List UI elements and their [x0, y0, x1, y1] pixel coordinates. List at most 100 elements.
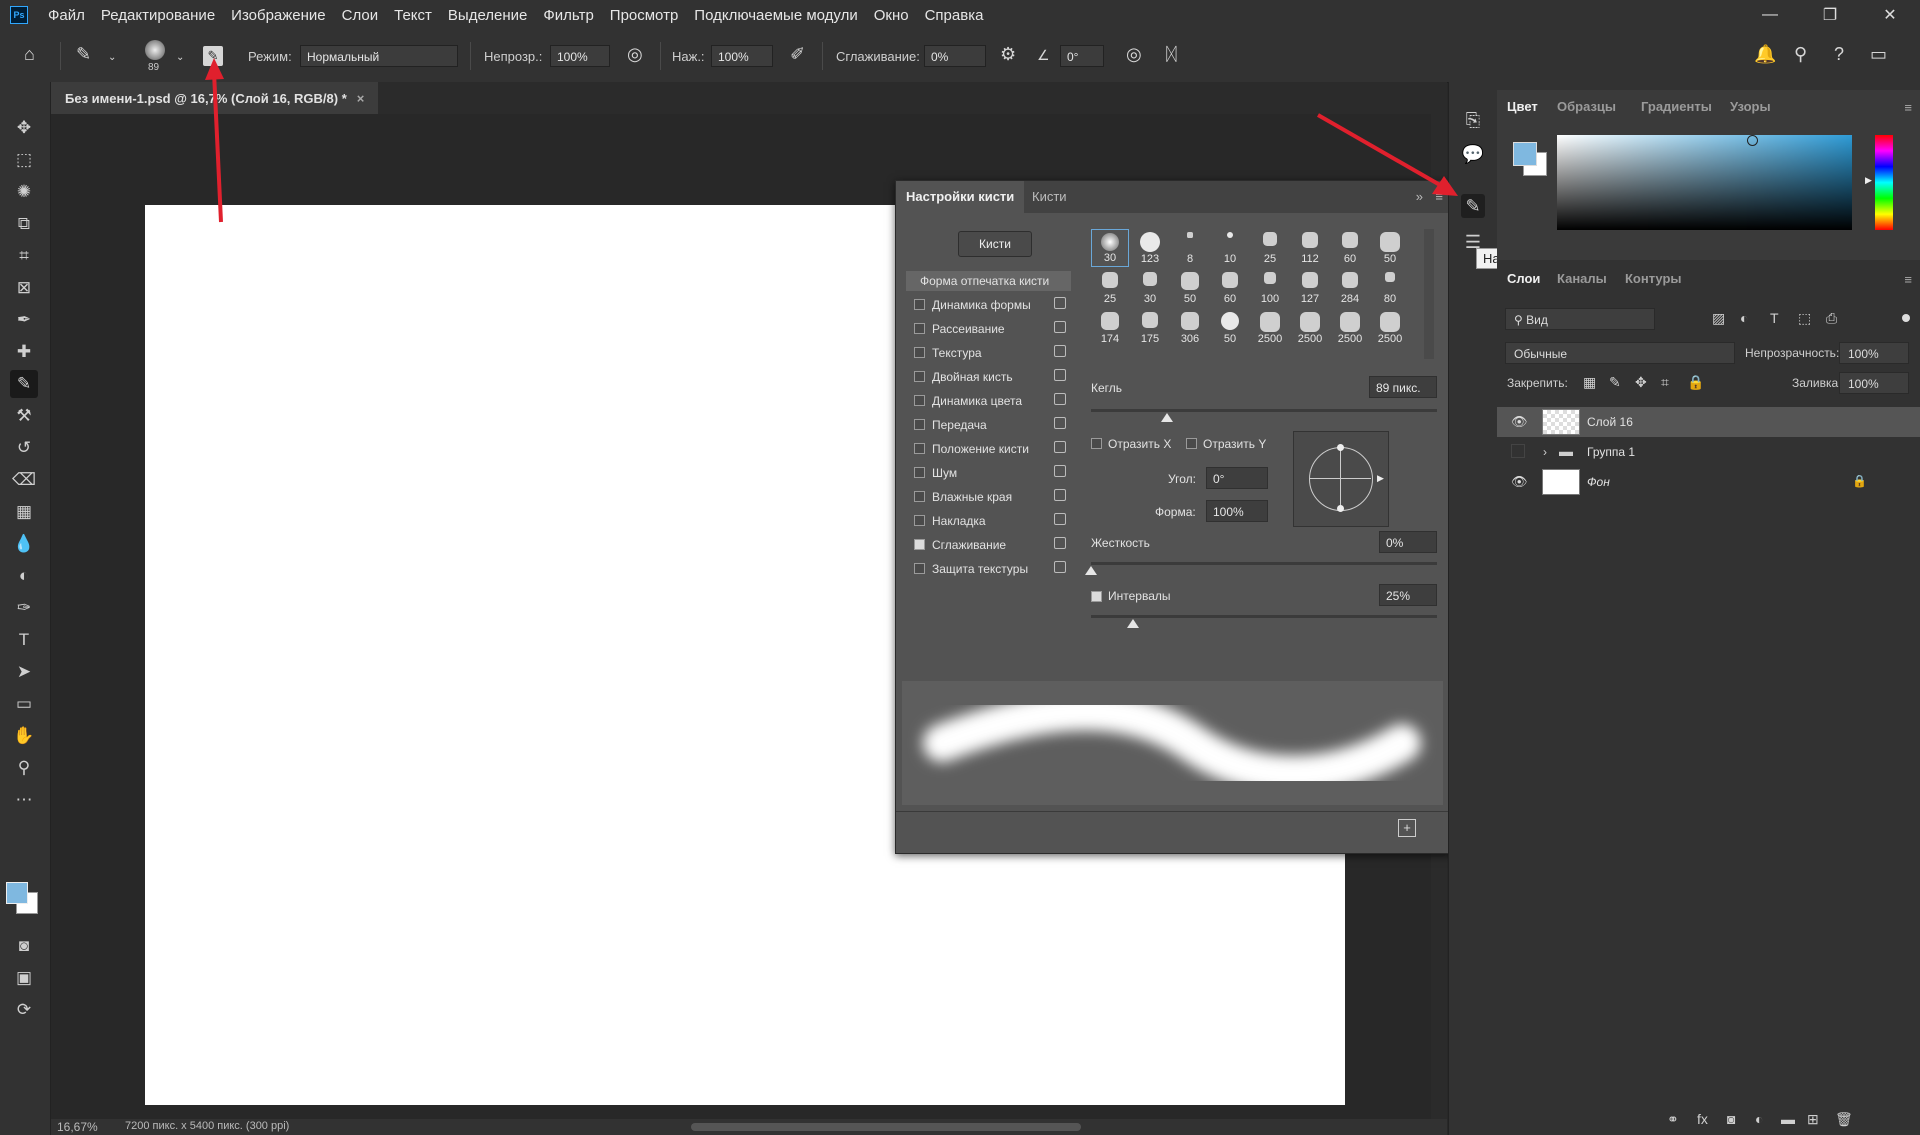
- minimize-button[interactable]: —: [1740, 0, 1800, 30]
- blend-mode-select[interactable]: Обычные: [1505, 342, 1735, 364]
- lock-pixels-icon[interactable]: ✎: [1609, 374, 1621, 391]
- brush-option-item[interactable]: Динамика формы: [906, 295, 1071, 315]
- gradient-tool-icon[interactable]: ▦: [10, 498, 38, 526]
- brush-tip[interactable]: 25: [1091, 269, 1129, 307]
- lock-icon[interactable]: [1054, 393, 1066, 405]
- brush-option-checkbox[interactable]: [914, 395, 925, 406]
- filter-pixel-icon[interactable]: ▨: [1712, 310, 1725, 327]
- quick-select-tool-icon[interactable]: ✺: [10, 178, 38, 206]
- gear-icon[interactable]: ⚙: [1000, 44, 1016, 65]
- brush-option-checkbox[interactable]: [914, 491, 925, 502]
- zoom-tool-icon[interactable]: ⚲: [10, 754, 38, 782]
- brush-tool-icon[interactable]: ✎: [10, 370, 38, 398]
- spacing-checkbox[interactable]: [1091, 591, 1102, 602]
- hardness-slider-thumb[interactable]: [1085, 566, 1097, 575]
- screen-mode-icon[interactable]: ▣: [10, 964, 38, 992]
- visibility-eye-icon[interactable]: 👁: [1511, 414, 1528, 430]
- brush-option-checkbox[interactable]: [914, 323, 925, 334]
- brush-tip[interactable]: 2500: [1251, 309, 1289, 347]
- zoom-level[interactable]: 16,67%: [57, 1120, 98, 1134]
- type-tool-icon[interactable]: T: [10, 626, 38, 654]
- quick-mask-icon[interactable]: ◙: [10, 932, 38, 960]
- brush-tip[interactable]: 112: [1291, 229, 1329, 267]
- size-field[interactable]: 89 пикс.: [1369, 376, 1437, 398]
- stamp-tool-icon[interactable]: ⚒: [10, 402, 38, 430]
- panel-menu-icon[interactable]: ≡: [1904, 272, 1912, 287]
- link-layers-icon[interactable]: ⚭: [1667, 1111, 1679, 1128]
- layer-row[interactable]: › ▬ Группа 1: [1497, 437, 1920, 467]
- brush-tip[interactable]: 100: [1251, 269, 1289, 307]
- brush-tip[interactable]: 2500: [1371, 309, 1409, 347]
- blur-tool-icon[interactable]: 💧: [10, 530, 38, 558]
- pen-tool-icon[interactable]: ✑: [10, 594, 38, 622]
- tab-channels[interactable]: Каналы: [1547, 262, 1617, 296]
- tab-gradients[interactable]: Градиенты: [1631, 90, 1722, 124]
- brush-tip[interactable]: 25: [1251, 229, 1289, 267]
- search-icon[interactable]: ⚲: [1794, 44, 1807, 65]
- brush-tip[interactable]: 60: [1211, 269, 1249, 307]
- brush-preset-icon[interactable]: [145, 40, 165, 60]
- healing-brush-tool-icon[interactable]: ✚: [10, 338, 38, 366]
- brush-option-item[interactable]: Динамика цвета: [906, 391, 1071, 411]
- filter-toggle-icon[interactable]: [1902, 314, 1910, 322]
- panel-menu-icon[interactable]: ≡: [1435, 189, 1443, 204]
- brush-option-checkbox[interactable]: [914, 515, 925, 526]
- brush-tip[interactable]: 284: [1331, 269, 1369, 307]
- size-slider[interactable]: [1091, 409, 1437, 412]
- filter-smart-object-icon[interactable]: ⎙: [1826, 310, 1837, 327]
- menu-layers[interactable]: Слои: [334, 7, 386, 24]
- layer-row[interactable]: 👁 Слой 16: [1497, 407, 1920, 437]
- brush-option-checkbox[interactable]: [914, 539, 925, 550]
- eyedropper-tool-icon[interactable]: ✒: [10, 306, 38, 334]
- color-picker-cursor[interactable]: [1747, 135, 1758, 146]
- brush-option-checkbox[interactable]: [914, 443, 925, 454]
- spacing-slider-thumb[interactable]: [1126, 619, 1139, 628]
- hardness-field[interactable]: 0%: [1379, 531, 1437, 553]
- layer-row[interactable]: 👁 Фон 🔒: [1497, 467, 1920, 497]
- create-new-brush-icon[interactable]: +: [1398, 819, 1416, 837]
- notifications-icon[interactable]: 🔔: [1754, 44, 1776, 65]
- brush-tip[interactable]: 123: [1131, 229, 1169, 267]
- add-mask-icon[interactable]: ◙: [1727, 1111, 1735, 1127]
- mode-select[interactable]: Нормальный: [300, 45, 458, 67]
- smoothing-field[interactable]: 0%: [924, 45, 986, 67]
- menu-type[interactable]: Текст: [386, 7, 440, 24]
- restore-button[interactable]: ❐: [1800, 0, 1860, 30]
- menu-filter[interactable]: Фильтр: [535, 7, 601, 24]
- lock-icon[interactable]: [1054, 369, 1066, 381]
- layer-opacity-field[interactable]: 100%: [1839, 342, 1909, 364]
- pressure-size-icon[interactable]: ◎: [1126, 44, 1142, 65]
- brush-tip[interactable]: 50: [1171, 269, 1209, 307]
- menu-edit[interactable]: Редактирование: [93, 7, 223, 24]
- brush-tip[interactable]: 175: [1131, 309, 1169, 347]
- lock-icon[interactable]: [1054, 297, 1066, 309]
- lock-icon[interactable]: [1054, 537, 1066, 549]
- menu-image[interactable]: Изображение: [223, 7, 334, 24]
- brush-option-item[interactable]: Рассеивание: [906, 319, 1071, 339]
- document-tab[interactable]: Без имени-1.psd @ 16,7% (Слой 16, RGB/8)…: [51, 82, 379, 114]
- new-layer-icon[interactable]: ⊞: [1807, 1111, 1819, 1128]
- brush-option-item[interactable]: Передача: [906, 415, 1071, 435]
- adjustment-layer-icon[interactable]: ◐: [1755, 1111, 1763, 1127]
- brush-option-item[interactable]: Положение кисти: [906, 439, 1071, 459]
- tab-color[interactable]: Цвет: [1497, 90, 1548, 124]
- brush-tip[interactable]: 2500: [1291, 309, 1329, 347]
- new-group-icon[interactable]: ▬: [1781, 1111, 1795, 1127]
- hand-tool-icon[interactable]: ✋: [10, 722, 38, 750]
- visibility-eye-icon[interactable]: [1511, 444, 1525, 458]
- lock-icon[interactable]: [1054, 417, 1066, 429]
- chevron-down-icon[interactable]: ⌄: [176, 52, 184, 63]
- color-field[interactable]: [1557, 135, 1852, 230]
- menu-help[interactable]: Справка: [917, 7, 992, 24]
- crop-tool-icon[interactable]: ⌗: [10, 242, 38, 270]
- brush-option-checkbox[interactable]: [914, 299, 925, 310]
- workspace-icon[interactable]: ▭: [1870, 44, 1887, 65]
- brush-tip[interactable]: 80: [1371, 269, 1409, 307]
- marquee-tool-icon[interactable]: ⬚: [10, 146, 38, 174]
- lock-icon[interactable]: [1054, 321, 1066, 333]
- dodge-tool-icon[interactable]: ◐: [10, 562, 38, 590]
- menu-view[interactable]: Просмотр: [602, 7, 687, 24]
- menu-select[interactable]: Выделение: [440, 7, 535, 24]
- brush-option-checkbox[interactable]: [914, 347, 925, 358]
- menu-window[interactable]: Окно: [866, 7, 917, 24]
